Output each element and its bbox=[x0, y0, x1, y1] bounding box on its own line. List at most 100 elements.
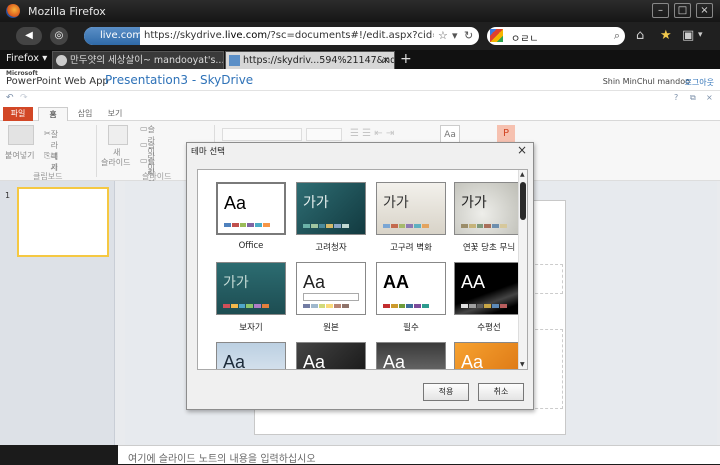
theme-color-bars bbox=[383, 224, 429, 228]
slide-thumbnail[interactable] bbox=[17, 187, 109, 257]
tab-home[interactable]: 홈 bbox=[38, 107, 68, 121]
font-size-box[interactable] bbox=[306, 128, 342, 141]
notes-pane[interactable]: 여기에 슬라이드 노트의 내용을 입력하십시오 bbox=[118, 445, 720, 465]
theme-color-bars bbox=[303, 304, 349, 308]
cut-button[interactable]: ✂ 잘라내기 bbox=[44, 129, 58, 172]
theme-name: 고구려 벽화 bbox=[390, 243, 432, 253]
browser-title-bar: Mozilla Firefox – □ × bbox=[0, 0, 720, 22]
cancel-button[interactable]: 취소 bbox=[478, 383, 524, 401]
star-bookmark-icon[interactable]: ☆ bbox=[438, 29, 448, 42]
theme-name: 고려청자 bbox=[315, 243, 347, 253]
theme-option[interactable]: 가가 연꽃 당초 무늬 bbox=[454, 182, 524, 253]
blog-favicon-icon bbox=[56, 55, 67, 66]
back-button[interactable]: ◀ bbox=[16, 27, 42, 45]
close-tab-icon[interactable]: × bbox=[382, 52, 390, 69]
theme-sample-text: Aa bbox=[461, 352, 484, 370]
close-window-button[interactable]: × bbox=[696, 3, 713, 18]
list-icons[interactable]: ☰ ☰ ⇤ ⇥ bbox=[350, 128, 394, 139]
theme-sample-text: AA bbox=[383, 272, 409, 292]
copy-label: 복사 bbox=[50, 152, 58, 172]
theme-option[interactable]: Aa bbox=[296, 342, 366, 370]
browser-tab-blog[interactable]: 만두얏의 세상살이~ mandooyat's... bbox=[52, 51, 224, 69]
reload-icon[interactable]: ↻ bbox=[464, 29, 473, 42]
close-app-icon[interactable]: × bbox=[706, 93, 713, 102]
address-bar[interactable]: live.com https://skydrive.live.com/?sc=d… bbox=[84, 27, 479, 45]
theme-list-scrollbar[interactable]: ▲ ▼ bbox=[518, 170, 527, 369]
theme-option[interactable]: 가가 고려청자 bbox=[296, 182, 366, 253]
theme-name: Office bbox=[238, 241, 264, 251]
scroll-thumb[interactable] bbox=[520, 182, 526, 220]
paste-button[interactable]: 붙여넣기 bbox=[5, 150, 34, 161]
theme-sample-text: Aa bbox=[303, 352, 326, 370]
new-tab-button[interactable]: + bbox=[400, 51, 412, 67]
minimize-button[interactable]: – bbox=[652, 3, 669, 18]
product-name: PowerPoint Web App bbox=[6, 76, 109, 87]
addon-icon[interactable]: ▣ bbox=[682, 28, 694, 43]
close-dialog-icon[interactable]: × bbox=[517, 143, 527, 157]
theme-preview: Aa bbox=[216, 182, 286, 235]
tab-view[interactable]: 보기 bbox=[100, 107, 130, 121]
maximize-button[interactable]: □ bbox=[674, 3, 691, 18]
paste-icon bbox=[8, 125, 34, 145]
user-name: Shin MinChul mandoo bbox=[602, 77, 690, 86]
search-query[interactable]: ㅇㄹㄴ bbox=[511, 30, 539, 45]
theme-preview: AA bbox=[376, 262, 446, 315]
copy-button[interactable]: ⎘ 복사 bbox=[44, 151, 58, 172]
browser-tab-skydrive[interactable]: https://skydriv...594%21147&nd=1 × bbox=[225, 51, 395, 69]
title-box-sample bbox=[303, 293, 359, 301]
scroll-down-icon[interactable]: ▼ bbox=[520, 361, 525, 368]
dropdown-arrow-icon[interactable]: ▾ bbox=[452, 29, 458, 42]
window-title: Mozilla Firefox bbox=[28, 5, 106, 18]
tab-insert[interactable]: 삽입 bbox=[70, 107, 100, 121]
theme-sample-text: Aa bbox=[223, 352, 246, 370]
theme-name: 원본 bbox=[323, 323, 339, 333]
theme-color-bars bbox=[383, 304, 429, 308]
theme-sample-text: AA bbox=[461, 272, 486, 292]
undo-icon[interactable]: ↶ bbox=[6, 93, 14, 103]
theme-option[interactable]: Aa bbox=[216, 342, 286, 370]
theme-preview: Aa bbox=[296, 342, 366, 370]
help-icon[interactable]: ? bbox=[674, 93, 678, 102]
url-text[interactable]: https://skydrive.live.com/?sc=documents#… bbox=[144, 30, 434, 41]
navigation-bar: ◀ ◎ live.com https://skydrive.live.com/?… bbox=[0, 22, 720, 50]
theme-preview: Aa bbox=[296, 262, 366, 315]
redo-icon[interactable]: ↷ bbox=[20, 93, 28, 103]
search-bar[interactable]: ㅇㄹㄴ ⌕ bbox=[487, 27, 625, 45]
font-name-box[interactable] bbox=[222, 128, 302, 141]
theme-option[interactable]: 가가 고구려 벽화 bbox=[376, 182, 446, 253]
apply-button[interactable]: 적용 bbox=[423, 383, 469, 401]
theme-option[interactable]: AA 수평선 bbox=[454, 262, 524, 333]
site-identity-button[interactable]: live.com bbox=[84, 27, 142, 45]
hide-slide-button[interactable]: ▭ 슬라이 bbox=[140, 156, 155, 188]
new-slide-icon bbox=[108, 125, 128, 145]
addon-dropdown-icon[interactable]: ▾ bbox=[698, 30, 703, 40]
duplicate-slide-button[interactable]: ▭ 슬라이 bbox=[140, 140, 155, 172]
bookmarks-icon[interactable]: ★ bbox=[660, 28, 672, 43]
document-title[interactable]: Presentation3 - SkyDrive bbox=[105, 73, 253, 87]
skydrive-favicon-icon bbox=[229, 55, 240, 66]
theme-name: 필수 bbox=[403, 323, 419, 333]
search-icon[interactable]: ⌕ bbox=[614, 29, 620, 43]
logout-link[interactable]: 로그아웃 bbox=[685, 77, 714, 88]
firefox-logo-icon bbox=[6, 4, 20, 18]
theme-option[interactable]: Aa bbox=[376, 342, 446, 369]
theme-option[interactable]: Aa Office bbox=[216, 182, 286, 251]
theme-sample-text: 가가 bbox=[461, 194, 487, 210]
slideshow-icon[interactable]: P bbox=[497, 125, 515, 143]
ribbon-tabs: 파일 홈 삽입 보기 bbox=[0, 107, 720, 121]
google-icon[interactable] bbox=[490, 29, 503, 42]
theme-option[interactable]: Aa bbox=[454, 342, 524, 370]
history-dropdown-icon[interactable]: ◎ bbox=[50, 27, 68, 45]
theme-preview: 가가 bbox=[376, 182, 446, 235]
delete-slide-button[interactable]: ▭ 슬라이드 삭제 bbox=[140, 124, 155, 189]
group-divider bbox=[96, 125, 97, 177]
popout-icon[interactable]: ⧉ bbox=[690, 93, 696, 103]
home-icon[interactable]: ⌂ bbox=[636, 28, 644, 43]
theme-option[interactable]: 가가 보자기 bbox=[216, 262, 286, 333]
theme-option[interactable]: Aa 원본 bbox=[296, 262, 366, 333]
new-slide-line2[interactable]: 슬라이드 bbox=[101, 157, 130, 168]
tab-file[interactable]: 파일 bbox=[3, 107, 33, 121]
scroll-up-icon[interactable]: ▲ bbox=[520, 171, 525, 178]
firefox-menu-button[interactable]: Firefox ▾ bbox=[6, 53, 47, 64]
theme-option[interactable]: AA 필수 bbox=[376, 262, 446, 333]
